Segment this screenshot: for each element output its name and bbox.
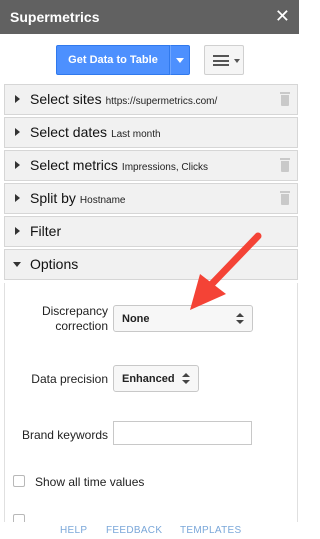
chevron-right-icon [15,194,20,202]
close-icon[interactable]: ✕ [275,6,290,26]
get-data-to-table-button[interactable]: Get Data to Table [56,45,170,75]
chevron-right-icon [15,161,20,169]
annotation-arrow [190,232,262,310]
section-select-sites[interactable]: Select sites https://supermetrics.com/ [4,84,298,115]
section-label: Options [30,256,79,272]
section-summary: https://supermetrics.com/ [105,96,218,107]
brand-keywords-input[interactable] [113,421,252,445]
discrepancy-correction-label: Discrepancy correction [15,304,108,334]
templates-link[interactable]: TEMPLATES [180,525,241,536]
section-split-by[interactable]: Split by Hostname [4,183,298,214]
chevron-down-icon [13,262,21,267]
data-precision-select[interactable]: Enhanced [113,365,199,392]
section-summary: Impressions, Clicks [121,162,209,173]
show-all-time-values-row[interactable]: Show all time values [13,475,193,491]
chevron-right-icon [15,227,20,235]
footer: HELP FEEDBACK TEMPLATES [0,522,299,539]
toolbar: Get Data to Table [0,34,299,84]
menu-button[interactable] [204,45,244,75]
option-checkbox[interactable] [13,514,25,522]
chevron-right-icon [15,128,20,136]
select-value: Enhanced [122,373,175,385]
trash-icon[interactable] [280,158,290,172]
chevron-right-icon [15,95,20,103]
help-link[interactable]: HELP [60,525,87,536]
label-line: Discrepancy [41,304,108,318]
select-value: None [122,313,150,325]
app-title: Supermetrics [10,9,100,25]
section-label: Select dates [30,124,108,140]
section-label: Select sites [30,91,102,107]
partially-visible-option-row[interactable] [13,514,25,522]
hamburger-icon [213,55,229,66]
up-down-arrows-icon [182,373,190,385]
data-precision-label: Data precision [31,372,108,386]
label-line: correction [55,319,108,333]
section-label: Filter [30,223,62,239]
trash-icon[interactable] [280,191,290,205]
section-label: Split by [30,190,76,206]
section-summary: Hostname [79,195,126,206]
options-panel: Discrepancy correction None Data precisi… [4,283,298,523]
get-data-dropdown-button[interactable] [170,45,190,75]
app-title-bar: Supermetrics ✕ [0,0,299,34]
brand-keywords-label: Brand keywords [21,428,108,442]
section-select-metrics[interactable]: Select metrics Impressions, Clicks [4,150,298,181]
show-all-time-values-label: Show all time values [35,475,145,489]
section-summary: Last month [111,129,161,140]
section-select-dates[interactable]: Select dates Last month [4,117,298,148]
feedback-link[interactable]: FEEDBACK [106,525,162,536]
section-label: Select metrics [30,157,118,173]
show-all-time-values-checkbox[interactable] [13,475,25,487]
trash-icon[interactable] [280,92,290,106]
chevron-down-icon [234,59,240,63]
